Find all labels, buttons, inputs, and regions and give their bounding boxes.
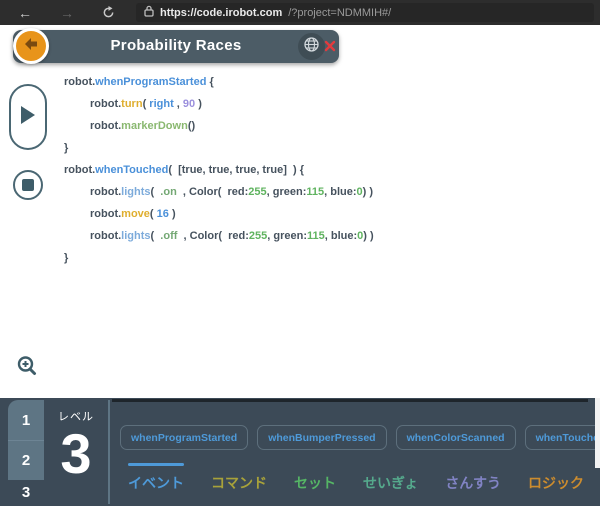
browser-toolbar: ← → https://code.irobot.com /?project=NDM… — [0, 0, 600, 25]
tab-active-indicator — [363, 463, 418, 466]
tab-active-indicator — [528, 463, 584, 466]
level-option-2[interactable]: 2 — [8, 440, 44, 480]
code-area: robot.whenProgramStarted {robot.turn( ri… — [64, 71, 374, 269]
project-header: Probability Races — [13, 30, 339, 63]
play-button[interactable] — [9, 84, 47, 150]
block-palette: whenProgramStarted whenBumperPressed whenC… — [120, 425, 600, 450]
tab-label: イベント — [128, 473, 184, 493]
block-whenBumperPressed[interactable]: whenBumperPressed — [257, 425, 386, 450]
stop-icon — [22, 179, 34, 191]
app-window: ← → https://code.irobot.com /?project=NDM… — [0, 0, 600, 506]
tab-active-indicator — [211, 463, 267, 466]
browser-back-icon[interactable]: ← — [10, 5, 40, 21]
code-line[interactable]: robot.markerDown() — [64, 115, 374, 137]
stop-button[interactable] — [13, 170, 43, 200]
code-line[interactable]: robot.turn( right , 90 ) — [64, 93, 374, 115]
disconnected-x-icon — [324, 39, 336, 57]
tab-label: さんすう — [445, 473, 501, 493]
category-tabs: イベント コマンド セット せいぎょ さんすう ロジック — [128, 463, 584, 493]
level-selector: 123 レベル 3 — [8, 400, 110, 504]
tab-さんすう[interactable]: さんすう — [445, 463, 501, 493]
code-line[interactable]: robot.move( 16 ) — [64, 203, 374, 225]
tab-label: セット — [294, 473, 336, 493]
url-bar[interactable]: https://code.irobot.com /?project=NDMMIH#… — [136, 3, 594, 22]
play-icon — [20, 106, 36, 129]
project-title: Probability Races — [13, 37, 339, 54]
code-line[interactable]: robot.lights( .off , Color( red:255, gre… — [64, 225, 374, 247]
code-line[interactable]: } — [64, 247, 374, 269]
tab-コマンド[interactable]: コマンド — [211, 463, 267, 493]
code-canvas: Probability Races robot.whenProgramStart… — [0, 25, 600, 398]
tab-label: ロジック — [528, 473, 584, 493]
tab-イベント[interactable]: イベント — [128, 463, 184, 493]
block-whenColorScanned[interactable]: whenColorScanned — [396, 425, 516, 450]
browser-reload-icon[interactable] — [96, 6, 120, 19]
block-whenProgramStarted[interactable]: whenProgramStarted — [120, 425, 248, 450]
code-line[interactable]: robot.whenTouched( [true, true, true, tr… — [64, 159, 374, 181]
tab-セット[interactable]: セット — [294, 463, 336, 493]
url-host-text: https://code.irobot.com — [160, 7, 282, 19]
panel-top-divider — [112, 399, 588, 402]
globe-icon — [303, 36, 320, 58]
connection-status-badge[interactable] — [298, 33, 325, 60]
level-option-3[interactable]: 3 — [8, 480, 44, 504]
code-line[interactable]: } — [64, 137, 374, 159]
tab-ロジック[interactable]: ロジック — [528, 463, 584, 493]
url-path-text: /?project=NDMMIH#/ — [288, 7, 391, 19]
code-line[interactable]: robot.whenProgramStarted { — [64, 71, 374, 93]
tab-せいぎょ[interactable]: せいぎょ — [363, 463, 418, 493]
palette-panel: 123 レベル 3 whenProgramStarted whenBumperPr… — [0, 398, 600, 506]
level-current-number: 3 — [60, 426, 91, 482]
lock-icon — [144, 4, 154, 22]
zoom-in-button[interactable] — [16, 355, 38, 377]
magnifier-plus-icon — [16, 364, 38, 381]
tab-label: せいぎょ — [363, 473, 418, 493]
level-strip: 123 — [8, 400, 44, 504]
code-line[interactable]: robot.lights( .on , Color( red:255, gree… — [64, 181, 374, 203]
level-option-1[interactable]: 1 — [8, 400, 44, 440]
tab-active-indicator — [128, 463, 184, 466]
tab-label: コマンド — [211, 473, 267, 493]
block-whenTouched[interactable]: whenTouched — [525, 425, 600, 450]
level-display: レベル 3 — [44, 400, 108, 504]
tab-active-indicator — [445, 463, 501, 466]
tab-active-indicator — [294, 463, 336, 466]
browser-forward-icon[interactable]: → — [52, 5, 82, 21]
palette-scroll-edge[interactable] — [595, 398, 600, 468]
